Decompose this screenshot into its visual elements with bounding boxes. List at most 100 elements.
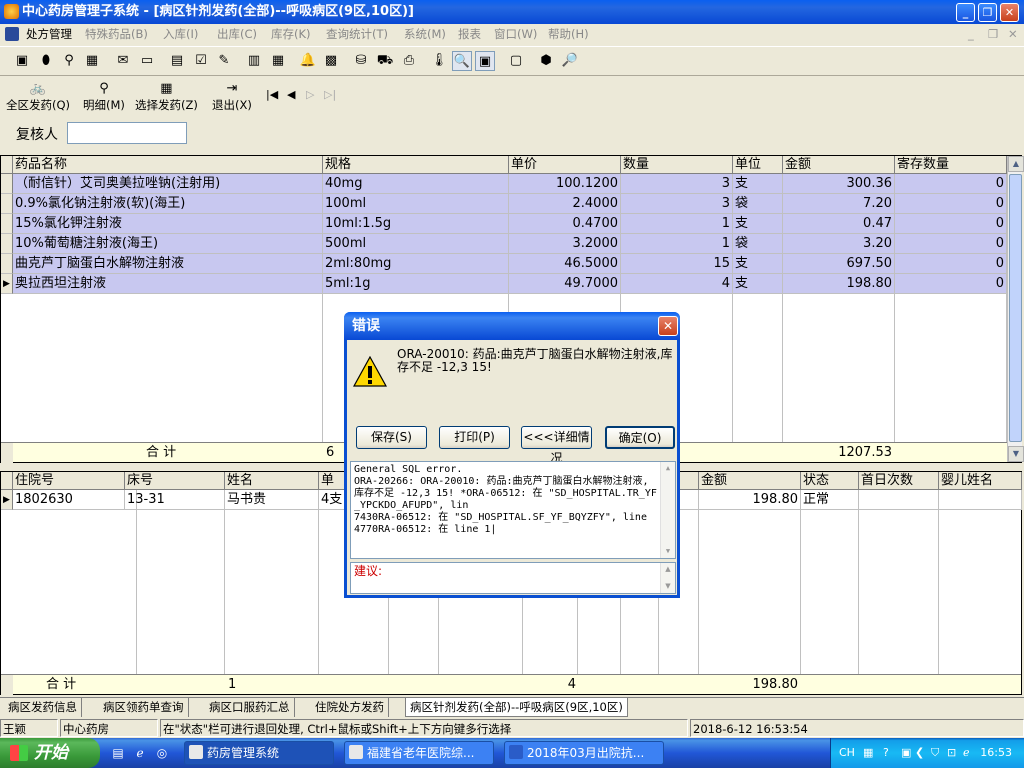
stamp-icon[interactable]: ✉	[113, 51, 133, 71]
table-cell[interactable]: 0	[895, 174, 1007, 194]
check-doc-icon[interactable]: ☑	[191, 51, 211, 71]
table-cell[interactable]: 7.20	[783, 194, 895, 214]
table-cell[interactable]	[859, 490, 939, 510]
box-icon[interactable]: ▣	[475, 51, 495, 71]
column-header[interactable]: 床号	[125, 472, 225, 490]
truck-icon[interactable]: ⛟	[375, 51, 395, 71]
magnifier-icon[interactable]: 🔍	[452, 51, 472, 71]
dialog-details-button[interactable]: <<<详细情况	[521, 426, 592, 465]
card-icon[interactable]: ▭	[137, 51, 157, 71]
mdi-close-icon[interactable]: ✕	[1008, 24, 1018, 44]
row-indicator[interactable]: ▶	[1, 490, 13, 510]
table-cell[interactable]: 2.4000	[509, 194, 621, 214]
table-cell[interactable]: 马书贵	[225, 490, 319, 510]
nav-next-button[interactable]: ▷	[306, 88, 314, 101]
table-cell[interactable]: 袋	[733, 194, 783, 214]
column-header[interactable]: 状态	[801, 472, 859, 490]
column-header[interactable]: 单价	[509, 156, 621, 174]
desktop-icon[interactable]: ▤	[110, 745, 126, 761]
mdi-doc-icon[interactable]	[5, 27, 19, 41]
binoculars-icon[interactable]: ⚲	[59, 51, 79, 71]
table-icon[interactable]: ▦	[268, 51, 288, 71]
column-header[interactable]: 数量	[621, 156, 733, 174]
dialog-detail-text[interactable]: General SQL error. ORA-20266: ORA-20010:…	[350, 461, 676, 559]
column-header[interactable]: 住院号	[13, 472, 125, 490]
menu-system[interactable]: 系统(M)	[404, 24, 446, 44]
menu-special-drugs[interactable]: 特殊药品(B)	[85, 24, 148, 44]
task-browser[interactable]: 福建省老年医院综...	[344, 741, 494, 765]
scroll-up-icon[interactable]: ▲	[662, 463, 674, 474]
table-cell[interactable]: 697.50	[783, 254, 895, 274]
folder-icon[interactable]: ▢	[506, 51, 526, 71]
table-cell[interactable]	[939, 490, 1022, 510]
task-word-doc[interactable]: 2018年03月出院抗...	[504, 741, 664, 765]
network-icon[interactable]: ⊡	[947, 738, 956, 768]
table-cell[interactable]: 0.47	[783, 214, 895, 234]
menu-prescription[interactable]: 处方管理	[26, 24, 72, 44]
thermometer-icon[interactable]: 🌡	[429, 51, 449, 71]
table-cell[interactable]: 40mg	[323, 174, 509, 194]
detail-scrollbar[interactable]: ▲ ▼	[660, 462, 675, 558]
menu-query-stats[interactable]: 查询统计(T)	[326, 24, 388, 44]
tray-arrow-icon[interactable]: ❮	[915, 738, 924, 768]
start-button[interactable]: 开始	[0, 738, 100, 768]
keyboard-icon[interactable]: ▦	[863, 738, 873, 768]
table-cell[interactable]: 10ml:1.5g	[323, 214, 509, 234]
table-cell[interactable]: 支	[733, 214, 783, 234]
reviewer-input[interactable]	[67, 122, 187, 144]
ie-icon[interactable]: ℯ	[132, 745, 148, 761]
table-cell[interactable]: 曲克芦丁脑蛋白水解物注射液	[13, 254, 323, 274]
dialog-close-button[interactable]: ✕	[658, 316, 678, 336]
column-header[interactable]: 寄存数量	[895, 156, 1007, 174]
nav-prev-button[interactable]: ◀	[287, 88, 295, 101]
column-header[interactable]: 规格	[323, 156, 509, 174]
row-indicator[interactable]: ▶	[1, 274, 13, 294]
bell-icon[interactable]: 🔔	[298, 51, 318, 71]
tab-inpatient-prescription[interactable]: 住院处方发药	[311, 698, 389, 717]
column-header[interactable]: 药品名称	[13, 156, 323, 174]
table-cell[interactable]: 0.4700	[509, 214, 621, 234]
dialog-print-button[interactable]: 打印(P)	[439, 426, 510, 449]
task-pharmacy-system[interactable]: 药房管理系统	[184, 741, 334, 765]
table-cell[interactable]: 49.7000	[509, 274, 621, 294]
suggestion-scrollbar[interactable]: ▲ ▼	[660, 563, 675, 593]
table-cell[interactable]: 1	[621, 214, 733, 234]
dispense-all-button[interactable]: 🚲 全区发药(Q)	[6, 80, 70, 112]
table-cell[interactable]: 100.1200	[509, 174, 621, 194]
row-indicator[interactable]	[1, 234, 13, 254]
table-cell[interactable]: 300.36	[783, 174, 895, 194]
table-cell[interactable]: 15	[621, 254, 733, 274]
menu-stock-in[interactable]: 入库(I)	[163, 24, 198, 44]
table-cell[interactable]: 0	[895, 194, 1007, 214]
table-cell[interactable]: 0	[895, 214, 1007, 234]
antivirus-icon[interactable]: ℯ	[963, 738, 970, 768]
table-cell[interactable]: 0.9%氯化钠注射液(软)(海王)	[13, 194, 323, 214]
calc-icon[interactable]: ▩	[321, 51, 341, 71]
menu-window[interactable]: 窗口(W)	[494, 24, 537, 44]
tab-ward-order-query[interactable]: 病区领药单查询	[99, 698, 189, 717]
table-cell[interactable]: 3	[621, 194, 733, 214]
ime-icon[interactable]: ▣	[901, 738, 911, 768]
table-cell[interactable]: 0	[895, 274, 1007, 294]
table-cell[interactable]: 10%葡萄糖注射液(海王)	[13, 234, 323, 254]
table-cell[interactable]: 3.2000	[509, 234, 621, 254]
table-cell[interactable]: 5ml:1g	[323, 274, 509, 294]
printer-icon[interactable]: ⎙	[399, 51, 419, 71]
scroll-thumb[interactable]	[1009, 174, 1022, 442]
menu-reports[interactable]: 报表	[458, 24, 481, 44]
table-cell[interactable]: 奥拉西坦注射液	[13, 274, 323, 294]
dialog-suggestion-box[interactable]: 建议: ▲ ▼	[350, 562, 676, 594]
table-cell[interactable]: 4	[621, 274, 733, 294]
list-icon[interactable]: ▥	[244, 51, 264, 71]
nav-last-button[interactable]: ▷|	[324, 88, 336, 101]
table-cell[interactable]: 袋	[733, 234, 783, 254]
table-cell[interactable]: 198.80	[699, 490, 801, 510]
table-cell[interactable]: 支	[733, 274, 783, 294]
tab-ward-oral-summary[interactable]: 病区口服药汇总	[205, 698, 295, 717]
table-cell[interactable]: （耐信针）艾司奥美拉唑钠(注射用)	[13, 174, 323, 194]
minimize-button[interactable]: _	[956, 3, 975, 22]
bottle-icon[interactable]: ⬮	[36, 51, 56, 71]
table-cell[interactable]: 支	[733, 174, 783, 194]
table-cell[interactable]: 正常	[801, 490, 859, 510]
dialog-save-button[interactable]: 保存(S)	[356, 426, 427, 449]
